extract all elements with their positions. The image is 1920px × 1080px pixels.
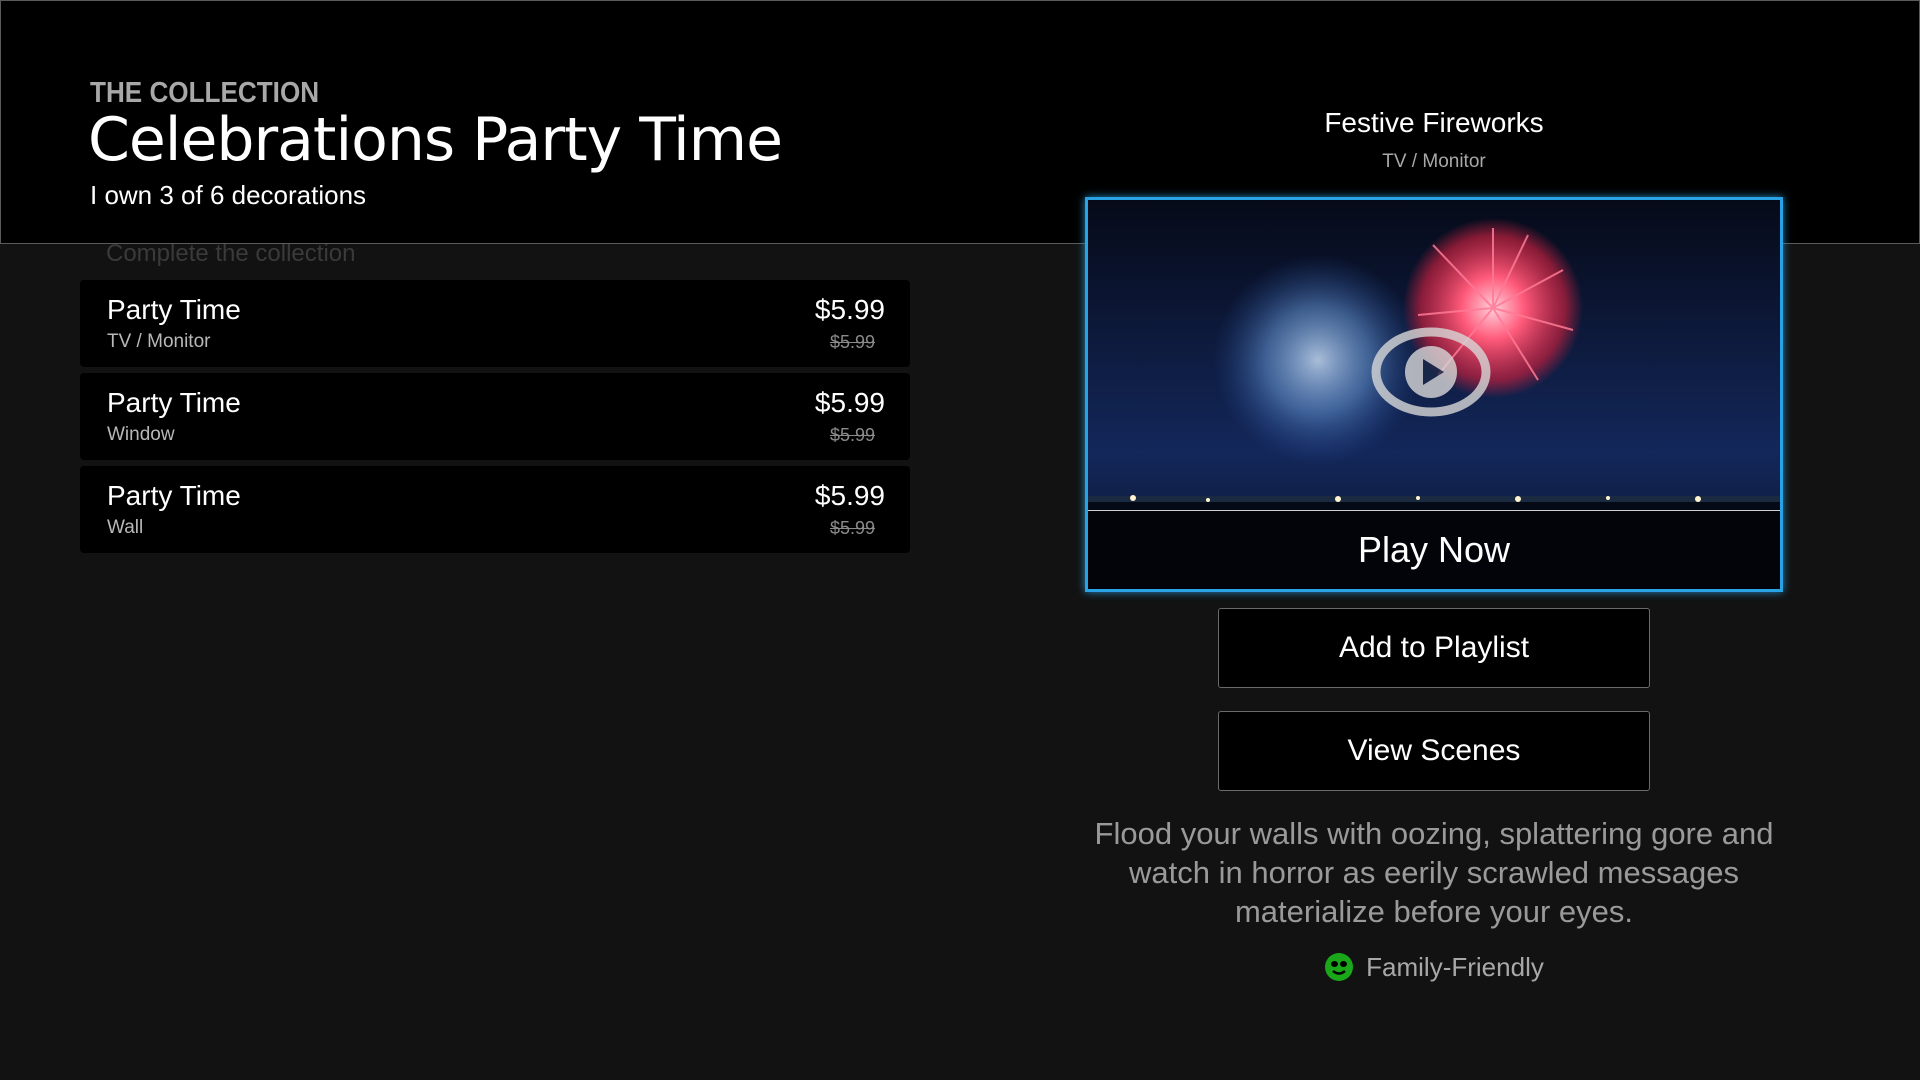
- ownership-status: I own 3 of 6 decorations: [90, 180, 367, 210]
- item-original-price: $5.99: [829, 518, 875, 538]
- smiley-face-icon: [1325, 953, 1354, 981]
- blue-firework: [1213, 255, 1423, 465]
- scene-title: Festive Fireworks: [1324, 107, 1544, 138]
- item-price: $5.99: [814, 480, 885, 511]
- decoration-list: Party Time TV / Monitor $5.99 $5.99 Part…: [80, 280, 910, 559]
- scene-detail-panel: Festive Fireworks TV / Monitor Play Now …: [1085, 100, 1783, 982]
- scene-preview[interactable]: Play Now: [1085, 197, 1783, 592]
- scene-display-type: TV / Monitor: [1382, 151, 1486, 172]
- page-title: Celebrations Party Time: [88, 105, 783, 175]
- list-item[interactable]: Party Time TV / Monitor $5.99 $5.99: [80, 280, 910, 367]
- item-name: Party Time: [107, 480, 241, 511]
- item-display-type: Window: [107, 424, 175, 445]
- content-rating: Family-Friendly: [1085, 952, 1783, 983]
- item-display-type: TV / Monitor: [107, 331, 211, 352]
- play-now-button[interactable]: Play Now: [1088, 510, 1780, 589]
- item-display-type: Wall: [107, 517, 144, 538]
- item-name: Party Time: [107, 387, 241, 418]
- list-item[interactable]: Party Time Window $5.99 $5.99: [80, 373, 910, 460]
- item-original-price: $5.99: [829, 425, 875, 445]
- item-name: Party Time: [107, 294, 241, 325]
- item-price: $5.99: [814, 387, 885, 418]
- add-to-playlist-button[interactable]: Add to Playlist: [1218, 608, 1650, 688]
- scene-description: Flood your walls with oozing, splatterin…: [1094, 816, 1774, 929]
- item-original-price: $5.99: [829, 332, 875, 352]
- list-item[interactable]: Party Time Wall $5.99 $5.99: [80, 466, 910, 553]
- view-scenes-button[interactable]: View Scenes: [1218, 711, 1650, 791]
- rating-label: Family-Friendly: [1366, 952, 1544, 982]
- complete-collection-label: Complete the collection: [106, 240, 356, 267]
- item-price: $5.99: [814, 294, 885, 325]
